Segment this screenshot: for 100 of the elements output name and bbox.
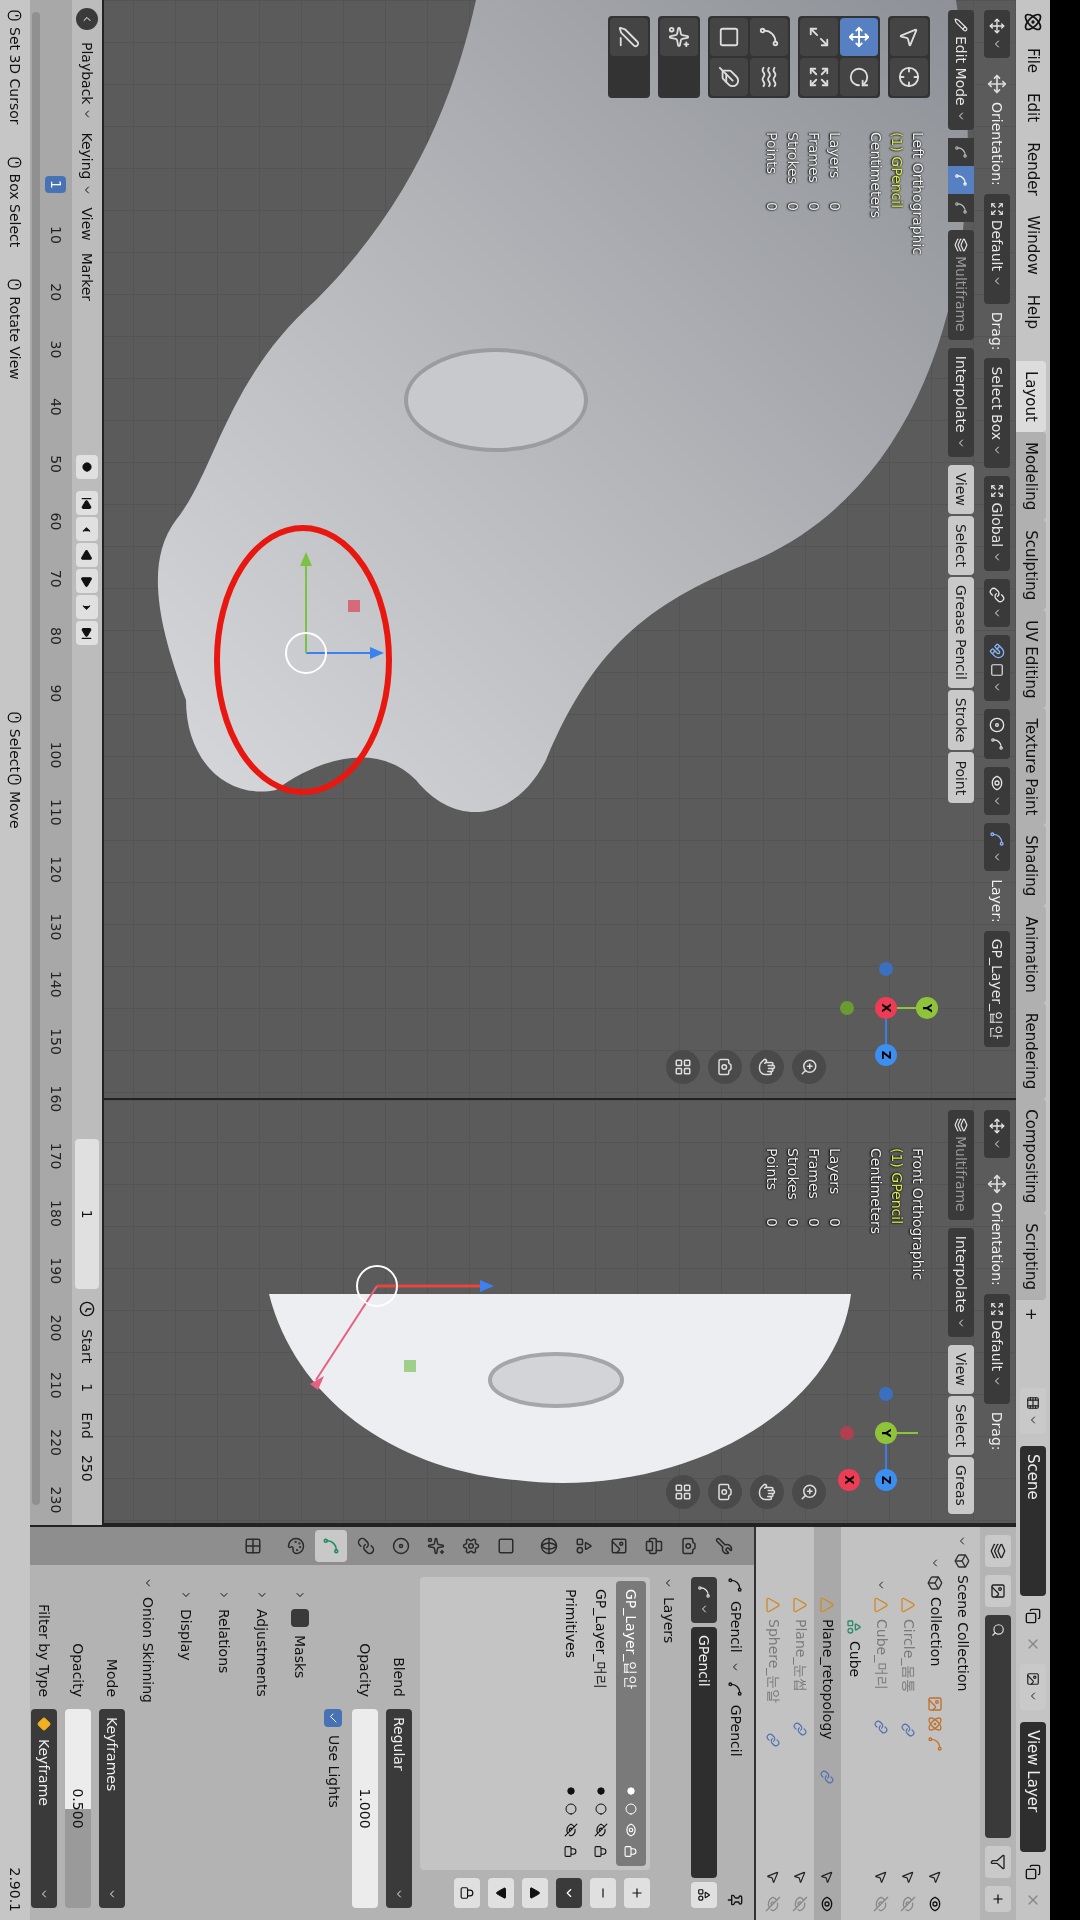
object-name: (1) GPencil: [888, 1148, 906, 1227]
outliner-row[interactable]: Plane_retopology: [814, 1527, 841, 1917]
frame-number: 150: [47, 1027, 65, 1057]
multiframe-button[interactable]: Multiframe: [948, 230, 974, 340]
stat-label: Layers: [826, 1148, 844, 1197]
workspace-tab[interactable]: Modeling: [1016, 431, 1046, 521]
outliner-row[interactable]: Scene Collection: [949, 1527, 976, 1917]
name-field[interactable]: GPencil: [691, 1627, 717, 1878]
field-label: Opacity: [69, 1642, 88, 1697]
layer-dropdown[interactable]: GP_Layer_입안: [984, 930, 1010, 1047]
mode-dropdown[interactable]: Edit Mode: [948, 10, 974, 130]
menu-item[interactable]: Point: [948, 752, 974, 804]
menu-item[interactable]: File: [1021, 44, 1045, 78]
field-label: Start: [78, 1329, 97, 1364]
start-frame-field[interactable]: 1: [76, 1375, 98, 1401]
interpolate-dropdown[interactable]: Interpolate: [948, 347, 974, 457]
viewport[interactable]: Orientation: Default Drag: Multiframe Interpolate View Select Greas Front Orthographic (1) GPencil Centimeters Layers 0 Frames 0 Strokes 0 Points 0 Z X Y: [104, 1100, 1016, 1525]
menu-item[interactable]: Render: [1021, 138, 1045, 200]
menu-item[interactable]: Edit: [1021, 89, 1045, 127]
transform-orientation-dropdown[interactable]: Global: [984, 476, 1010, 572]
subpanel-title: Relations: [215, 1609, 234, 1674]
subpanel-title: Masks: [291, 1635, 310, 1679]
field-label: Mode: [103, 1657, 122, 1697]
outliner-label: Cube: [846, 1641, 864, 1678]
stat-value: 0: [784, 1218, 802, 1227]
field-label: End: [78, 1412, 97, 1439]
layer-row[interactable]: GP_Layer_머리: [586, 1581, 616, 1866]
interpolate-dropdown[interactable]: Interpolate: [948, 1227, 974, 1337]
workspace-tab[interactable]: UV Editing: [1016, 610, 1046, 709]
frame-number: 170: [47, 1141, 65, 1172]
view-layer-field[interactable]: View Layer: [1020, 1722, 1046, 1852]
frame-number: 40: [47, 396, 65, 418]
workspace-tab[interactable]: Shading: [1016, 825, 1046, 907]
version-label: 2.90.1: [6, 1867, 25, 1912]
workspace-tab[interactable]: Animation: [1016, 906, 1046, 1003]
header-label: Drag:: [988, 311, 1007, 351]
header-label: Drag:: [988, 1411, 1007, 1451]
frame-number: 30: [47, 339, 65, 361]
menu-item[interactable]: View: [948, 464, 974, 514]
status-hint: Set 3D Cursor: [6, 27, 25, 125]
slider-field[interactable]: 1.000: [352, 1709, 378, 1908]
blend-dropdown[interactable]: Regular: [386, 1709, 412, 1908]
frame-number: 220: [47, 1428, 65, 1459]
status-hint: Rotate View: [6, 296, 25, 380]
stat-label: Frames: [805, 1148, 823, 1201]
view-name: Left Orthographic: [909, 132, 927, 256]
frame-number: 160: [47, 1084, 65, 1115]
layer-name: GP_Layer_입안: [622, 1589, 641, 1692]
stat-label: Layers: [826, 132, 844, 181]
subpanel-title: Adjustments: [253, 1609, 272, 1697]
frame-number: 130: [47, 912, 65, 943]
layer-row[interactable]: Primitives: [556, 1581, 586, 1866]
mode-dropdown[interactable]: Keyframes: [99, 1709, 125, 1908]
add-workspace-button[interactable]: +: [1016, 1300, 1046, 1329]
menu-item[interactable]: Help: [1021, 290, 1045, 333]
frame-number: 50: [47, 454, 65, 475]
menu-item[interactable]: Select: [948, 1395, 974, 1456]
workspace-tab[interactable]: Sculpting: [1016, 520, 1046, 611]
menu-item[interactable]: View: [948, 1344, 974, 1394]
menu-item[interactable]: Playback: [76, 42, 98, 121]
stat-value: 0: [826, 1218, 844, 1227]
orientation-dropdown[interactable]: Default: [984, 1293, 1010, 1404]
frame-number: 100: [47, 740, 65, 771]
status-hint: Move: [6, 791, 25, 829]
view-name: Front Orthographic: [909, 1148, 927, 1281]
workspace-tab[interactable]: Layout: [1016, 360, 1046, 432]
menu-item[interactable]: Window: [1021, 211, 1045, 279]
current-frame-field[interactable]: 1: [75, 1139, 99, 1290]
outliner-label: Collection: [927, 1597, 945, 1667]
object-name: (1) GPencil: [888, 132, 906, 211]
menu-item[interactable]: Grease Pencil: [948, 577, 974, 688]
stat-value: 0: [805, 1218, 823, 1227]
stat-label: Strokes: [784, 1148, 802, 1202]
outliner-label: Sphere_눈알: [765, 1619, 783, 1704]
field-label: Opacity: [356, 1642, 375, 1697]
workspace-tab[interactable]: Texture Paint: [1016, 708, 1046, 826]
slider-field[interactable]: 0.500: [65, 1709, 91, 1908]
multiframe-button[interactable]: Multiframe: [948, 1110, 974, 1220]
menu-item[interactable]: Marker: [76, 252, 98, 302]
workspace-tab[interactable]: Scripting: [1016, 1213, 1046, 1301]
workspace-tab[interactable]: Compositing: [1016, 1099, 1046, 1214]
layer-name: Primitives: [562, 1589, 581, 1660]
menu-item[interactable]: Stroke: [948, 689, 974, 751]
outliner-label: Plane_눈썹: [792, 1619, 810, 1693]
menu-item[interactable]: Select: [948, 515, 974, 576]
outliner-row[interactable]: Collection: [922, 1527, 949, 1917]
filter-dropdown[interactable]: Keyframe: [31, 1709, 57, 1908]
orientation-dropdown[interactable]: Default: [984, 193, 1010, 304]
workspace-tab[interactable]: Rendering: [1016, 1002, 1046, 1100]
frame-number: 70: [47, 568, 65, 590]
frame-number: 10: [47, 225, 65, 246]
drag-dropdown[interactable]: Select Box: [984, 358, 1010, 469]
stat-value: 0: [763, 202, 781, 211]
frame-number: 90: [47, 683, 65, 705]
menu-item[interactable]: Greas: [948, 1457, 974, 1514]
menu-item[interactable]: View: [76, 207, 98, 241]
menu-item[interactable]: Keying: [76, 132, 98, 196]
scene-field[interactable]: Scene: [1020, 1446, 1046, 1596]
outliner-row[interactable]: Cube: [841, 1527, 868, 1917]
end-frame-field[interactable]: 250: [76, 1450, 98, 1486]
